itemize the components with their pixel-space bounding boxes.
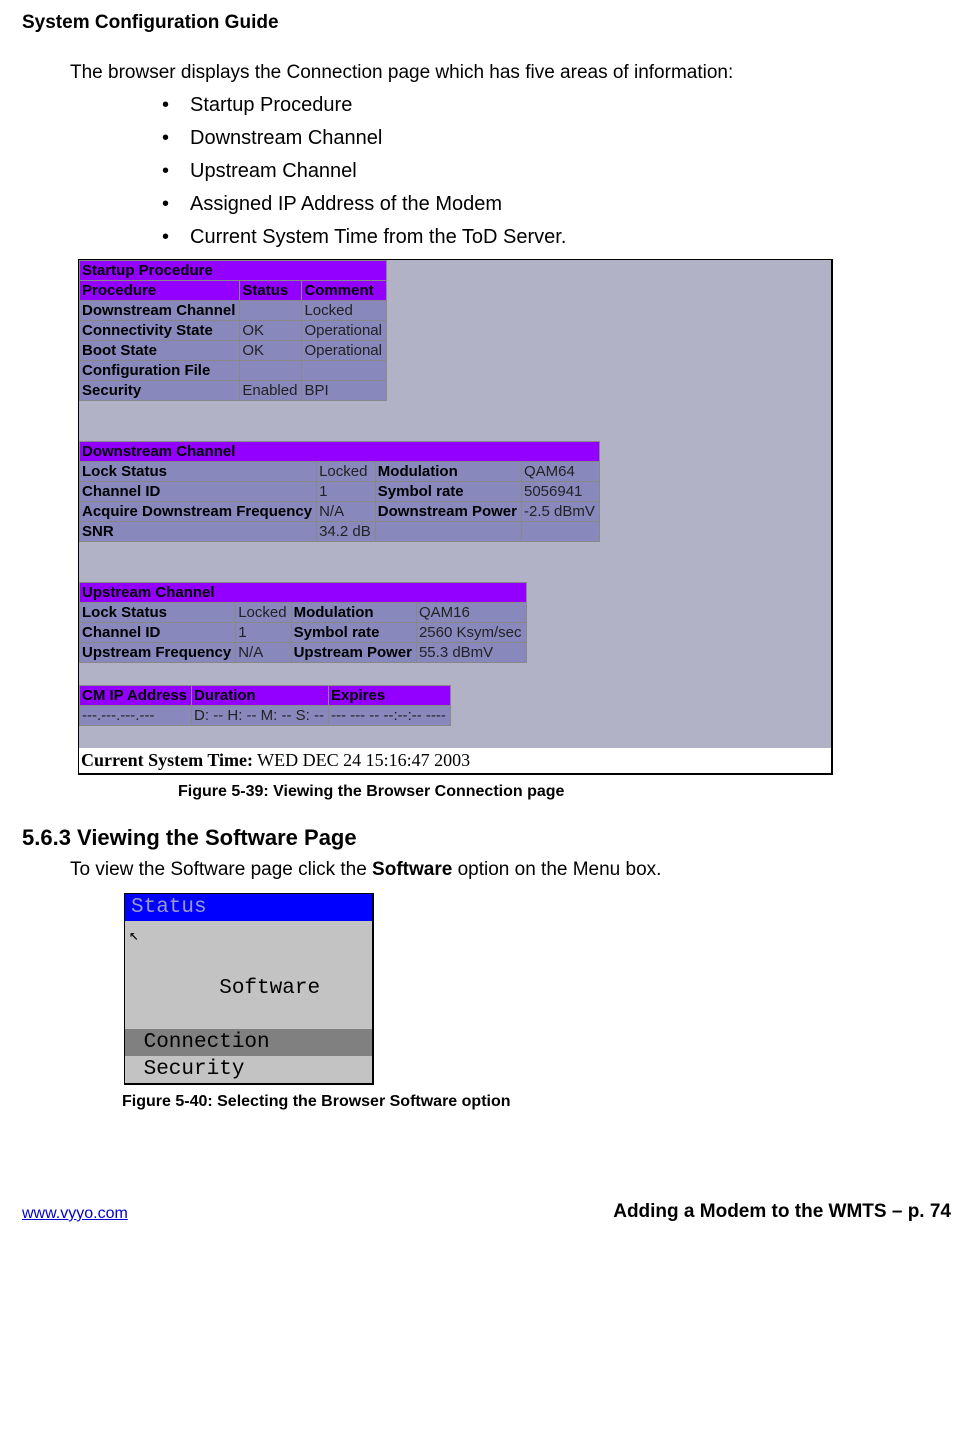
- connection-diagram: Startup Procedure Procedure Status Comme…: [78, 259, 833, 775]
- cell: OK: [240, 341, 302, 361]
- cell: [522, 522, 600, 542]
- cell: Locked: [302, 301, 387, 321]
- footer-link[interactable]: www.vyyo.com: [22, 1205, 128, 1223]
- downstream-table: Downstream Channel Lock StatusLockedModu…: [79, 441, 600, 542]
- page-header: System Configuration Guide: [22, 12, 951, 34]
- cell: OK: [240, 321, 302, 341]
- cell: Channel ID: [80, 482, 317, 502]
- cell: Acquire Downstream Frequency: [80, 502, 317, 522]
- col-comment: Comment: [302, 281, 387, 301]
- cell: Symbol rate: [375, 482, 521, 502]
- col-duration: Duration: [192, 686, 329, 706]
- col-ip: CM IP Address: [80, 686, 192, 706]
- bullet-icon: •: [162, 160, 190, 183]
- body-bold: Software: [372, 859, 452, 880]
- menu-item-status[interactable]: Status: [125, 894, 372, 921]
- section-number: 5.6.3: [22, 825, 77, 850]
- startup-title: Startup Procedure: [80, 261, 387, 281]
- cell: Boot State: [80, 341, 240, 361]
- cell: 5056941: [522, 482, 600, 502]
- cell: Upstream Frequency: [80, 643, 236, 663]
- cell: QAM16: [416, 603, 526, 623]
- cell: QAM64: [522, 462, 600, 482]
- system-time-value: WED DEC 24 15:16:47 2003: [253, 750, 470, 770]
- cell: Channel ID: [80, 623, 236, 643]
- cell: 55.3 dBmV: [416, 643, 526, 663]
- cell: Upstream Power: [291, 643, 416, 663]
- figure-caption-39: Figure 5-39: Viewing the Browser Connect…: [178, 783, 951, 801]
- cell: Modulation: [375, 462, 521, 482]
- cell: [240, 361, 302, 381]
- menu-label-software: Software: [207, 977, 320, 1000]
- cell: Operational: [302, 321, 387, 341]
- menu-item-software[interactable]: ↖ Software: [125, 921, 372, 1029]
- cell: Downstream Power: [375, 502, 521, 522]
- body-pre: To view the Software page click the: [70, 859, 372, 880]
- cell: Connectivity State: [80, 321, 240, 341]
- bullet-icon: •: [162, 127, 190, 150]
- ip-table: CM IP Address Duration Expires ---.---.-…: [79, 685, 451, 726]
- cell: 1: [317, 482, 376, 502]
- cell: N/A: [236, 643, 291, 663]
- cell: SNR: [80, 522, 317, 542]
- col-status: Status: [240, 281, 302, 301]
- col-procedure: Procedure: [80, 281, 240, 301]
- cell: --- --- -- --:--:-- ----: [329, 706, 451, 726]
- bullet-item: Upstream Channel: [190, 160, 357, 182]
- section-body: To view the Software page click the Soft…: [70, 859, 951, 881]
- figure-caption-40: Figure 5-40: Selecting the Browser Softw…: [122, 1093, 951, 1111]
- cell: [240, 301, 302, 321]
- menu-item-connection[interactable]: Connection: [125, 1029, 372, 1056]
- cell: N/A: [317, 502, 376, 522]
- col-expires: Expires: [329, 686, 451, 706]
- bullet-icon: •: [162, 226, 190, 249]
- bullet-icon: •: [162, 193, 190, 216]
- downstream-title: Downstream Channel: [80, 442, 600, 462]
- intro-text: The browser displays the Connection page…: [70, 62, 951, 84]
- startup-table: Startup Procedure Procedure Status Comme…: [79, 260, 387, 401]
- footer-page: Adding a Modem to the WMTS – p. 74: [613, 1201, 951, 1223]
- cell: Downstream Channel: [80, 301, 240, 321]
- cell: Locked: [236, 603, 291, 623]
- cell: Enabled: [240, 381, 302, 401]
- cell: ---.---.---.---: [80, 706, 192, 726]
- cell: BPI: [302, 381, 387, 401]
- cell: 34.2 dB: [317, 522, 376, 542]
- bullet-item: Startup Procedure: [190, 94, 352, 116]
- page-footer: www.vyyo.com Adding a Modem to the WMTS …: [0, 1201, 973, 1231]
- section-title: Viewing the Software Page: [77, 825, 357, 850]
- cell: [375, 522, 521, 542]
- menu-box: Status ↖ Software Connection Security: [124, 893, 374, 1085]
- bullet-list: •Startup Procedure •Downstream Channel •…: [162, 94, 951, 249]
- bullet-icon: •: [162, 94, 190, 117]
- cell: Configuration File: [80, 361, 240, 381]
- upstream-title: Upstream Channel: [80, 583, 527, 603]
- cell: D: -- H: -- M: -- S: --: [192, 706, 329, 726]
- menu-item-security[interactable]: Security: [125, 1056, 372, 1083]
- cell: Modulation: [291, 603, 416, 623]
- cell: Lock Status: [80, 462, 317, 482]
- section-heading: 5.6.3 Viewing the Software Page: [22, 825, 951, 851]
- cell: [302, 361, 387, 381]
- cursor-icon: ↖: [129, 923, 139, 950]
- cell: Security: [80, 381, 240, 401]
- cell: 2560 Ksym/sec: [416, 623, 526, 643]
- cell: 1: [236, 623, 291, 643]
- cell: Lock Status: [80, 603, 236, 623]
- cell: Operational: [302, 341, 387, 361]
- bullet-item: Downstream Channel: [190, 127, 382, 149]
- cell: -2.5 dBmV: [522, 502, 600, 522]
- bullet-item: Current System Time from the ToD Server.: [190, 226, 566, 248]
- body-post: option on the Menu box.: [452, 859, 661, 880]
- upstream-table: Upstream Channel Lock StatusLockedModula…: [79, 582, 527, 663]
- cell: Symbol rate: [291, 623, 416, 643]
- system-time-label: Current System Time:: [81, 750, 253, 770]
- system-time: Current System Time: WED DEC 24 15:16:47…: [79, 748, 831, 773]
- bullet-item: Assigned IP Address of the Modem: [190, 193, 502, 215]
- cell: Locked: [317, 462, 376, 482]
